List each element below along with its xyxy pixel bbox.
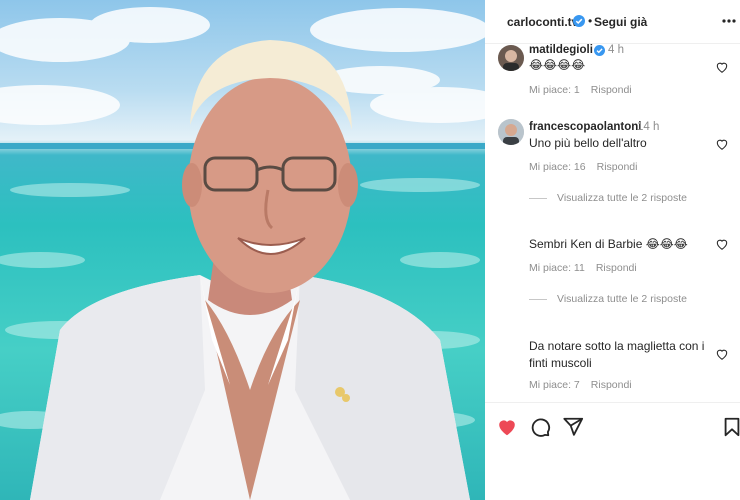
verified-badge-icon xyxy=(594,45,605,56)
reply-button[interactable]: Rispondi xyxy=(591,379,632,391)
view-replies-label: Visualizza tutte le 2 risposte xyxy=(557,293,687,305)
verified-badge-icon xyxy=(573,15,585,27)
comment-likes[interactable]: Mi piace: 1 xyxy=(529,84,580,96)
comment-time: 4 h xyxy=(608,44,624,56)
reply-button[interactable]: Rispondi xyxy=(596,262,637,274)
comment-username[interactable]: francescopaolantoni xyxy=(529,121,641,133)
comments-panel: carloconti.tv • Segui già matildegioli 4… xyxy=(485,0,740,500)
heart-filled-icon[interactable] xyxy=(496,416,518,438)
comment-text: Sembri Ken di Barbie 😂😂😂 xyxy=(529,237,688,251)
comment-meta: Mi piace: 1 Rispondi xyxy=(529,84,632,96)
comment-text: Da notare sotto la maglietta con i finti… xyxy=(529,339,705,370)
replies-divider xyxy=(529,197,547,199)
view-replies-label: Visualizza tutte le 2 risposte xyxy=(557,192,687,204)
share-icon[interactable] xyxy=(562,416,584,438)
view-replies-button[interactable]: Visualizza tutte le 2 risposte xyxy=(529,293,687,305)
view-replies-button[interactable]: Visualizza tutte le 2 risposte xyxy=(529,192,687,204)
comment-meta: Mi piace: 7 Rispondi xyxy=(529,379,632,391)
comment-text: Uno più bello dell'altro xyxy=(529,136,647,150)
like-comment-heart-icon[interactable] xyxy=(715,347,729,361)
comment-icon[interactable] xyxy=(529,416,551,438)
post-header: carloconti.tv • Segui già xyxy=(485,0,740,44)
avatar-image xyxy=(498,119,524,145)
comment-meta: Mi piace: 11 Rispondi xyxy=(529,262,637,274)
bookmark-icon[interactable] xyxy=(721,416,740,438)
replies-divider xyxy=(529,298,547,300)
post-image[interactable] xyxy=(0,0,485,500)
commenter-avatar[interactable] xyxy=(498,119,524,145)
like-comment-heart-icon[interactable] xyxy=(715,60,729,74)
post-author-username[interactable]: carloconti.tv xyxy=(507,15,578,29)
like-comment-heart-icon[interactable] xyxy=(715,237,729,251)
more-options-icon[interactable] xyxy=(722,14,736,28)
comment-time: 14 h xyxy=(637,121,660,133)
comment-username[interactable]: matildegioli xyxy=(529,44,593,56)
post-action-bar xyxy=(485,402,740,500)
avatar-image xyxy=(498,45,524,71)
commenter-avatar[interactable] xyxy=(498,45,524,71)
post-photo-illustration xyxy=(0,7,485,500)
like-comment-heart-icon[interactable] xyxy=(715,137,729,151)
comment-likes[interactable]: Mi piace: 16 xyxy=(529,161,586,173)
comment-likes[interactable]: Mi piace: 11 xyxy=(529,262,585,274)
reply-button[interactable]: Rispondi xyxy=(597,161,638,173)
comment-likes[interactable]: Mi piace: 7 xyxy=(529,379,580,391)
comment-meta: Mi piace: 16 Rispondi xyxy=(529,161,637,173)
comment-text: 😂😂😂😂 xyxy=(529,58,586,72)
reply-button[interactable]: Rispondi xyxy=(591,84,632,96)
header-separator: • xyxy=(588,14,593,28)
following-button[interactable]: Segui già xyxy=(594,15,647,29)
